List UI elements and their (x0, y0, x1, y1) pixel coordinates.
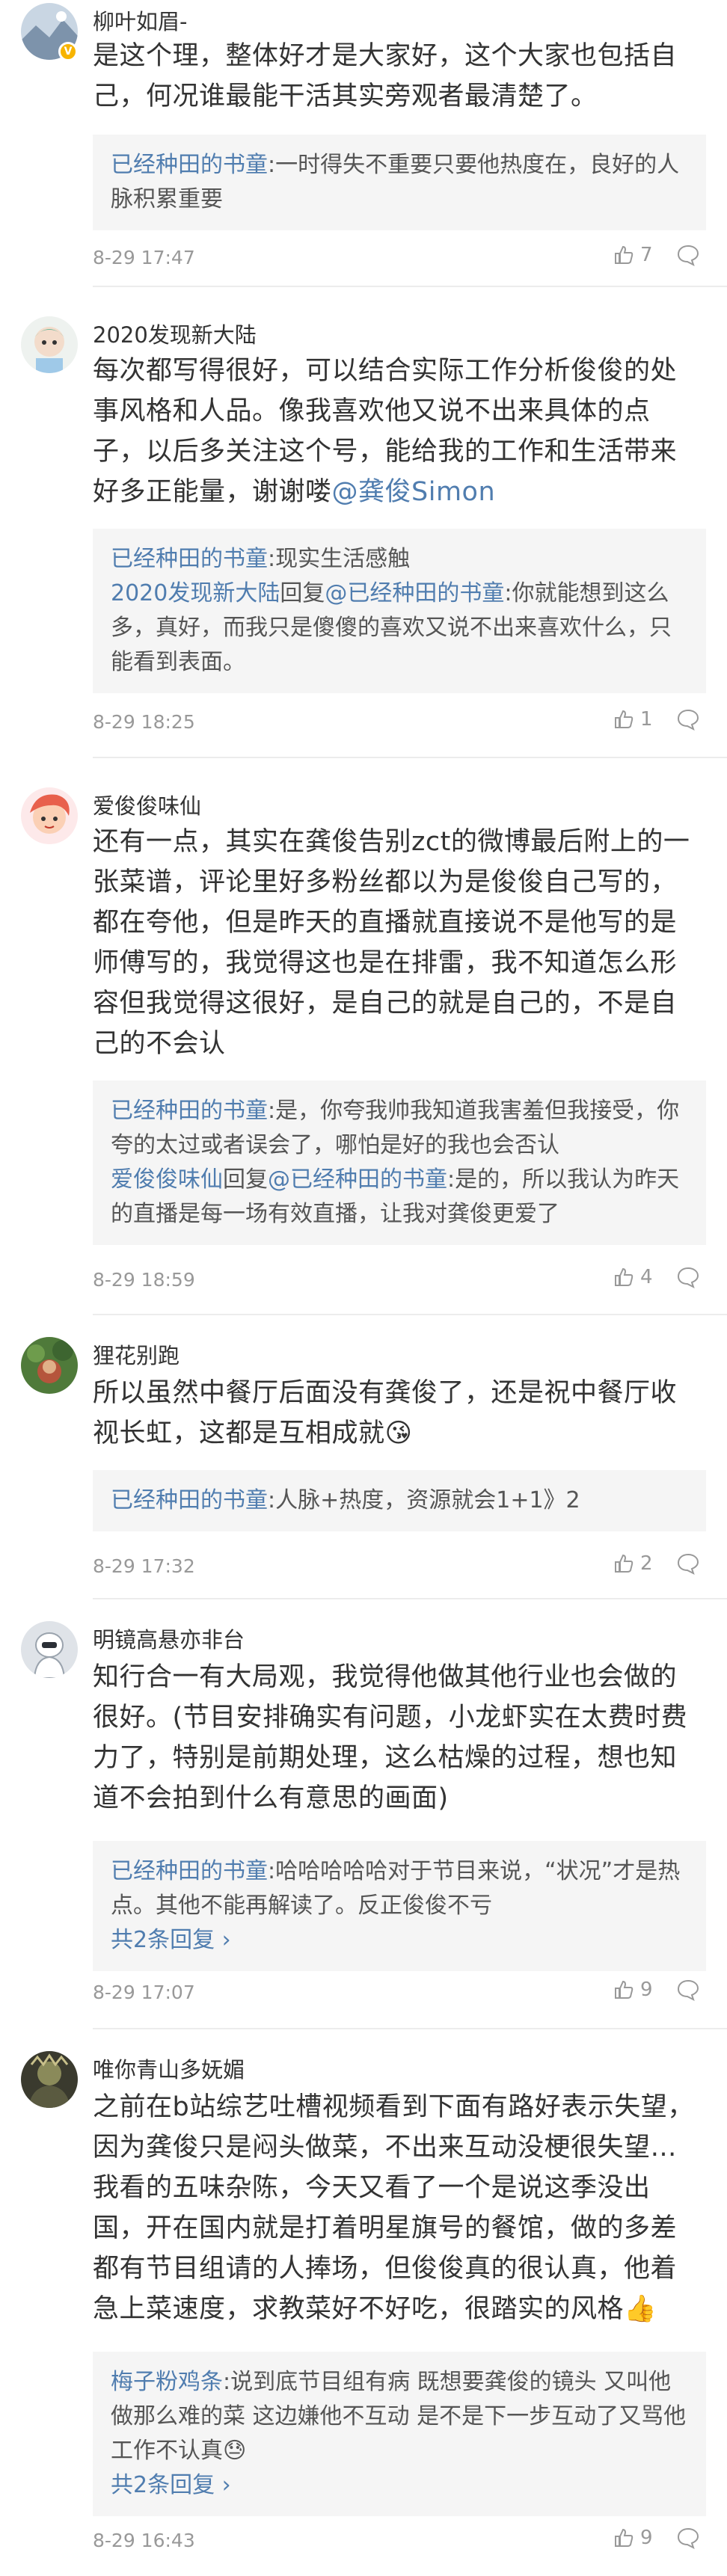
comment-item: V 柳叶如眉- 是这个理，整体好才是大家好，这个大家也包括自己，何况谁最能干活其… (0, 0, 727, 288)
comment-item: 狸花别跑 所以虽然中餐厅后面没有龚俊了，还是祝中餐厅收视长虹，这都是互相成就😘 … (0, 1316, 727, 1600)
reply-author-link[interactable]: 已经种田的书童 (111, 1858, 268, 1884)
comment-text-body: 之前在b站综艺吐槽视频看到下面有路好表示失望，因为龚俊只是闷头做菜，不出来互动没… (93, 2092, 694, 2324)
divider (93, 757, 727, 758)
timestamp: 8-29 17:07 (93, 1982, 195, 2003)
thumbs-up-icon (613, 245, 634, 265)
like-button[interactable]: 4 (613, 1266, 653, 1288)
like-count: 1 (640, 708, 653, 731)
thumbs-emoji-icon: 👍 (624, 2294, 657, 2324)
reply-line: 爱俊俊味仙回复@已经种田的书童:是的，所以我认为昨天的直播是每一场有效直播，让我… (111, 1163, 688, 1232)
thumbs-up-icon (613, 1267, 634, 1288)
reply-box[interactable]: 已经种田的书童:现实生活感触 2020发现新大陆回复@已经种田的书童:你就能想到… (93, 529, 706, 693)
comment-bubble-icon[interactable] (676, 1979, 700, 2001)
avatar[interactable] (21, 1337, 78, 1394)
reply-verb: 回复 (280, 580, 325, 606)
comment-item: 爱俊俊味仙 还有一点，其实在龚俊告别zct的微博最后附上的一张菜谱，评论里好多粉… (0, 759, 727, 1316)
reply-author-link[interactable]: 已经种田的书童 (111, 152, 268, 178)
reply-box[interactable]: 梅子粉鸡条:说到底节目组有病 既想要龚俊的镜头 又叫他做那么难的菜 这边嫌他不互… (93, 2352, 706, 2516)
reply-author-link[interactable]: 已经种田的书童 (111, 546, 268, 572)
reply-line: 梅子粉鸡条:说到底节目组有病 既想要龚俊的镜头 又叫他做那么难的菜 这边嫌他不互… (111, 2365, 688, 2468)
comment-list: V 柳叶如眉- 是这个理，整体好才是大家好，这个大家也包括自己，何况谁最能干活其… (0, 0, 727, 2576)
timestamp: 8-29 17:47 (93, 247, 195, 268)
comment-bubble-icon[interactable] (676, 244, 700, 266)
sweat-emoji-icon: 😓 (223, 2438, 247, 2464)
more-replies-link[interactable]: 共2条回复 › (111, 2468, 688, 2503)
reply-author-link[interactable]: 已经种田的书童 (111, 1098, 268, 1124)
like-count: 9 (640, 1979, 653, 2001)
reply-author-link[interactable]: 已经种田的书童 (111, 1487, 268, 1513)
reply-author-link[interactable]: 梅子粉鸡条 (111, 2369, 223, 2395)
timestamp: 8-29 18:59 (93, 1269, 195, 1291)
like-count: 7 (640, 244, 653, 266)
reply-author-link[interactable]: 2020发现新大陆 (111, 580, 280, 606)
avatar[interactable] (21, 2051, 78, 2108)
reply-line: 已经种田的书童:哈哈哈哈哈对于节目来说，“状况”才是热点。其他不能再解读了。反正… (111, 1854, 688, 1923)
comment-text: 知行合一有大局观，我觉得他做其他行业也会做的很好。(节目安排确实有问题，小龙虾实… (93, 1662, 688, 1813)
avatar[interactable] (21, 316, 78, 373)
username[interactable]: 唯你青山多妩媚 (93, 2053, 245, 2084)
thumbs-up-icon (613, 709, 634, 730)
divider (93, 286, 727, 287)
reply-box[interactable]: 已经种田的书童:哈哈哈哈哈对于节目来说，“状况”才是热点。其他不能再解读了。反正… (93, 1841, 706, 1971)
reply-box[interactable]: 已经种田的书童:一时得失不重要只要他热度在，良好的人脉积累重要 (93, 135, 706, 230)
verified-badge-icon: V (58, 42, 78, 61)
timestamp: 8-29 16:43 (93, 2530, 195, 2551)
timestamp: 8-29 18:25 (93, 711, 195, 733)
comment-item: 2020发现新大陆 每次都写得很好，可以结合实际工作分析俊俊的处事风格和人品。像… (0, 288, 727, 759)
reply-box[interactable]: 已经种田的书童:是，你夸我帅我知道我害羞但我接受，你夸的太过或者误会了，哪怕是好… (93, 1080, 706, 1245)
reply-verb: 回复 (223, 1166, 268, 1193)
comment-text: 所以虽然中餐厅后面没有龚俊了，还是祝中餐厅收视长虹，这都是互相成就😘 (93, 1373, 699, 1454)
comment-text: 还有一点，其实在龚俊告别zct的微博最后附上的一张菜谱，评论里好多粉丝都以为是俊… (93, 827, 690, 1059)
reply-target-link[interactable]: @已经种田的书童 (325, 580, 504, 606)
avatar[interactable] (21, 1621, 78, 1678)
kiss-emoji-icon: 😘 (384, 1418, 413, 1448)
comment-bubble-icon[interactable] (676, 1552, 700, 1575)
divider (93, 1598, 727, 1599)
like-count: 9 (640, 2527, 653, 2549)
username[interactable]: 2020发现新大陆 (93, 318, 257, 349)
like-button[interactable]: 2 (613, 1552, 653, 1575)
reply-line: 已经种田的书童:人脉+热度，资源就会1+1》2 (111, 1484, 688, 1518)
comment-text: 之前在b站综艺吐槽视频看到下面有路好表示失望，因为龚俊只是闷头做菜，不出来互动没… (93, 2087, 699, 2329)
comment-text: 是这个理，整体好才是大家好，这个大家也包括自己，何况谁最能干活其实旁观者最清楚了… (93, 41, 678, 111)
username[interactable]: 明镜高悬亦非台 (93, 1623, 245, 1654)
like-button[interactable]: 7 (613, 244, 653, 266)
reply-content: :现实生活感触 (268, 546, 411, 572)
like-count: 2 (640, 1552, 653, 1575)
username[interactable]: 爱俊俊味仙 (93, 789, 201, 820)
reply-line: 2020发现新大陆回复@已经种田的书童:你就能想到这么多，真好，而我只是傻傻的喜… (111, 577, 688, 680)
divider (93, 1314, 727, 1315)
comment-bubble-icon[interactable] (676, 1266, 700, 1288)
comment-bubble-icon[interactable] (676, 708, 700, 731)
mention-link[interactable]: @龚俊Simon (332, 477, 496, 507)
comment-item: 唯你青山多妩媚 之前在b站综艺吐槽视频看到下面有路好表示失望，因为龚俊只是闷头做… (0, 2030, 727, 2576)
comment-item: 明镜高悬亦非台 知行合一有大局观，我觉得他做其他行业也会做的很好。(节目安排确实… (0, 1600, 727, 2049)
reply-line: 已经种田的书童:现实生活感触 (111, 542, 688, 577)
divider (93, 2028, 727, 2029)
more-replies-link[interactable]: 共2条回复 › (111, 1923, 688, 1958)
thumbs-up-icon (613, 1979, 634, 2000)
reply-author-link[interactable]: 爱俊俊味仙 (111, 1166, 223, 1193)
reply-line: 已经种田的书童:是，你夸我帅我知道我害羞但我接受，你夸的太过或者误会了，哪怕是好… (111, 1094, 688, 1163)
like-count: 4 (640, 1266, 653, 1288)
thumbs-up-icon (613, 2527, 634, 2548)
like-button[interactable]: 9 (613, 2527, 653, 2549)
reply-line: 已经种田的书童:一时得失不重要只要他热度在，良好的人脉积累重要 (111, 148, 688, 217)
username[interactable]: 狸花别跑 (93, 1338, 180, 1370)
reply-target-link[interactable]: @已经种田的书童 (268, 1166, 447, 1193)
timestamp: 8-29 17:32 (93, 1555, 195, 1577)
like-button[interactable]: 9 (613, 1979, 653, 2001)
reply-box[interactable]: 已经种田的书童:人脉+热度，资源就会1+1》2 (93, 1470, 706, 1531)
thumbs-up-icon (613, 1553, 634, 1574)
username[interactable]: 柳叶如眉- (93, 4, 187, 36)
comment-bubble-icon[interactable] (676, 2527, 700, 2549)
like-button[interactable]: 1 (613, 708, 653, 731)
reply-content: :人脉+热度，资源就会1+1》2 (268, 1487, 580, 1513)
avatar[interactable] (21, 787, 78, 844)
comment-text: 每次都写得很好，可以结合实际工作分析俊俊的处事风格和人品。像我喜欢他又说不出来具… (93, 351, 699, 512)
